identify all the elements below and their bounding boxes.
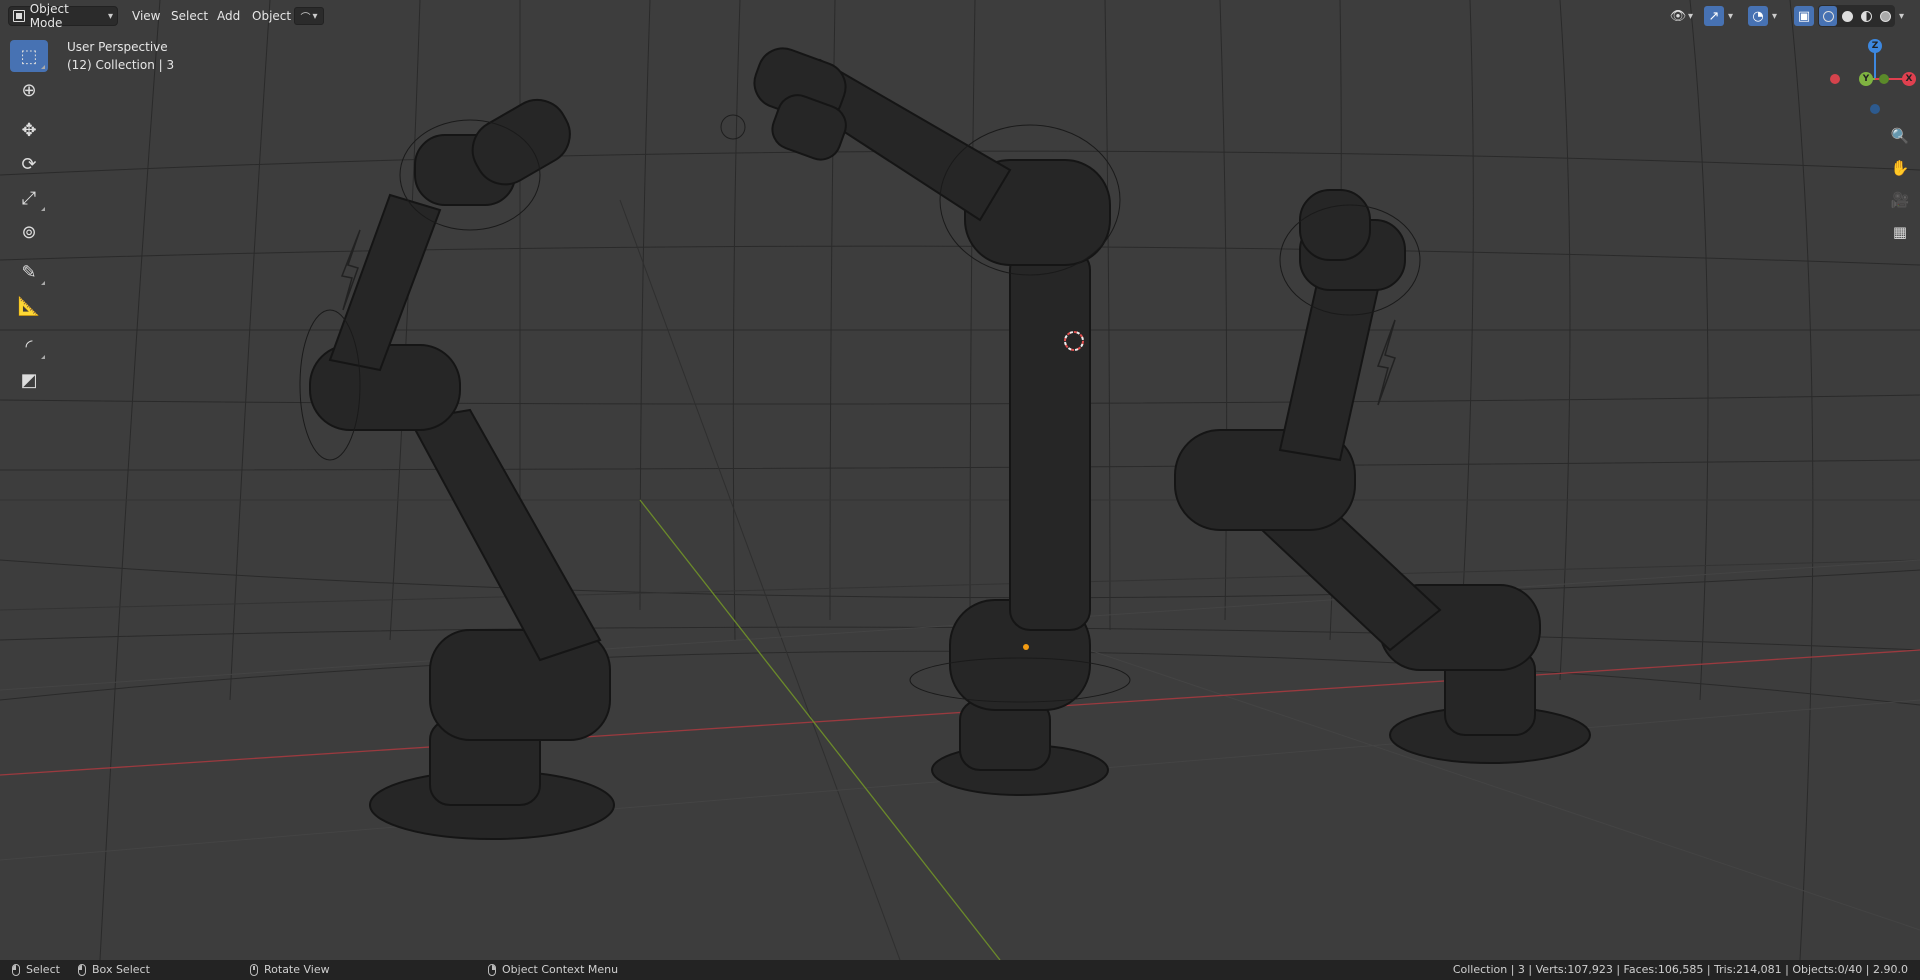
menu-select[interactable]: Select <box>165 6 214 26</box>
pan-button[interactable]: ✋ <box>1886 154 1914 182</box>
zoom-icon: 🔍 <box>1890 127 1910 145</box>
material-icon <box>1860 10 1872 22</box>
status-context-label: Object Context Menu <box>502 963 619 976</box>
annotate-tool[interactable]: ✎ <box>10 256 48 288</box>
corner-indicator <box>41 281 45 285</box>
add-plane-tool[interactable]: ◩ <box>10 364 48 396</box>
add-cube-tool[interactable]: ◜ <box>10 330 48 362</box>
rendered-icon <box>1879 10 1891 22</box>
chevron-down-icon: ▾ <box>107 10 113 22</box>
gizmo-icon: ↗ <box>1704 6 1724 26</box>
empty-object[interactable] <box>720 114 746 140</box>
ortho-toggle-button[interactable]: ▦ <box>1886 218 1914 246</box>
chevron-down-icon: ▾ <box>1688 10 1694 22</box>
pencil-icon: ✎ <box>21 261 37 283</box>
shading-group: ▾ <box>1818 5 1904 27</box>
select-box-icon: ⬚ <box>20 45 38 67</box>
rotate-icon: ⟳ <box>21 153 37 175</box>
gizmo-toggle[interactable]: ↗ ▾ <box>1704 6 1733 26</box>
transform-pivot-dropdown[interactable]: ⌒ ▾ <box>294 7 324 25</box>
status-box-select: Box Select <box>78 960 150 980</box>
measure-tool[interactable]: 📐 <box>10 290 48 322</box>
grid-icon: ▦ <box>1892 223 1908 241</box>
status-rotate-label: Rotate View <box>264 963 330 976</box>
object-origin <box>1023 644 1029 650</box>
solid-icon <box>1841 10 1853 22</box>
add-shape-icon: ◜ <box>25 335 33 357</box>
collection-label: (12) Collection | 3 <box>67 58 175 72</box>
wireframe-icon <box>1822 10 1834 22</box>
corner-indicator <box>41 207 45 211</box>
status-select: Select <box>12 960 60 980</box>
perspective-label: User Perspective <box>67 40 168 54</box>
camera-view-button[interactable]: 🎥 <box>1886 186 1914 214</box>
status-bar: Select Box Select Rotate View Object Con… <box>0 960 1920 980</box>
viewport-canvas <box>0 0 1920 960</box>
chevron-down-icon[interactable]: ▾ <box>1899 11 1904 22</box>
y-axis-dot[interactable]: Y <box>1859 72 1873 86</box>
status-context-menu: Object Context Menu <box>488 960 618 980</box>
neg-z-axis-dot[interactable] <box>1870 104 1880 114</box>
wireframe-shading-button[interactable] <box>1819 6 1837 26</box>
mode-selector[interactable]: Object Mode ▾ <box>8 2 118 30</box>
move-tool[interactable]: ✥ <box>10 114 48 146</box>
z-axis-dot[interactable]: Z <box>1868 39 1882 53</box>
menu-view[interactable]: View <box>126 6 166 26</box>
status-select-label: Select <box>26 963 60 976</box>
snap-icon: ⌒ <box>300 12 311 24</box>
view-info: User Perspective (12) Collection | 3 <box>67 38 174 74</box>
overlays-toggle[interactable]: ◔ ▾ <box>1748 6 1777 26</box>
scale-icon: ⤢ <box>21 187 37 209</box>
eye-icon: 👁 <box>1669 8 1687 24</box>
scale-tool[interactable]: ⤢ <box>10 182 48 214</box>
transform-tool[interactable]: ⊚ <box>10 216 48 248</box>
robot-arm-middle[interactable] <box>747 41 1131 796</box>
add-plane-icon: ◩ <box>20 369 38 391</box>
overlays-icon: ◔ <box>1748 6 1768 26</box>
menu-add[interactable]: Add <box>211 6 246 26</box>
x-axis-dot[interactable]: X <box>1902 72 1916 86</box>
object-mode-icon <box>13 10 25 22</box>
visibility-dropdown[interactable]: 👁 ▾ <box>1668 6 1693 26</box>
robot-arm-left[interactable] <box>299 89 615 840</box>
move-icon: ✥ <box>21 119 37 141</box>
xray-toggle[interactable]: ▣ <box>1794 6 1814 26</box>
select-box-tool[interactable]: ⬚ <box>10 40 48 72</box>
mouse-right-icon <box>488 964 496 976</box>
material-shading-button[interactable] <box>1857 6 1875 26</box>
chevron-down-icon: ▾ <box>1728 10 1734 22</box>
transform-icon: ⊚ <box>21 221 37 243</box>
corner-indicator <box>41 355 45 359</box>
corner-indicator <box>41 65 45 69</box>
viewport-header: Object Mode ▾ View Select Add Object ⌒ ▾ … <box>0 0 1920 32</box>
solid-shading-button[interactable] <box>1838 6 1856 26</box>
camera-icon: 🎥 <box>1890 191 1910 209</box>
cursor-tool[interactable]: ⊕ <box>10 74 48 106</box>
navigation-buttons: 🔍 ✋ 🎥 ▦ <box>1886 122 1914 250</box>
scene-stats: Collection | 3 | Verts:107,923 | Faces:1… <box>1452 963 1908 976</box>
mouse-middle-icon <box>250 964 258 976</box>
mode-label: Object Mode <box>29 2 69 30</box>
status-rotate-view: Rotate View <box>250 960 330 980</box>
ruler-icon: 📐 <box>17 295 41 317</box>
mouse-left-icon <box>12 964 20 976</box>
xray-icon: ▣ <box>1794 6 1814 26</box>
neg-x-axis-dot[interactable] <box>1830 74 1840 84</box>
light-icons <box>340 229 1396 406</box>
chevron-down-icon: ▾ <box>1772 10 1778 22</box>
rendered-shading-button[interactable] <box>1876 6 1894 26</box>
neg-y-axis-dot[interactable] <box>1879 74 1889 84</box>
status-box-select-label: Box Select <box>92 963 150 976</box>
robot-arm-right[interactable] <box>1174 189 1591 764</box>
cursor-icon: ⊕ <box>21 79 37 101</box>
mouse-drag-icon <box>78 964 86 976</box>
zoom-button[interactable]: 🔍 <box>1886 122 1914 150</box>
3d-viewport[interactable] <box>0 0 1920 960</box>
chevron-down-icon: ▾ <box>312 10 318 22</box>
hand-icon: ✋ <box>1890 159 1910 177</box>
navigation-gizmo[interactable]: Z X Y <box>1830 36 1920 121</box>
menu-object[interactable]: Object <box>246 6 297 26</box>
rotate-tool[interactable]: ⟳ <box>10 148 48 180</box>
